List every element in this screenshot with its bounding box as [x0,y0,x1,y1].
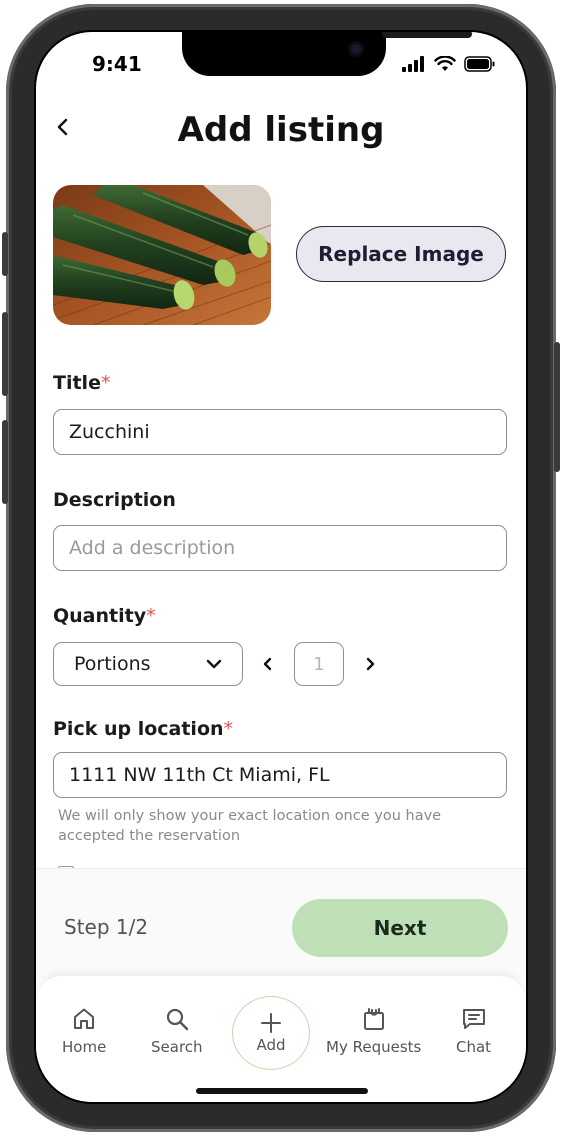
plus-icon [261,1013,281,1033]
notch [182,32,472,76]
search-icon [166,1008,188,1031]
signal-icon [402,56,424,72]
listing-photo [53,185,271,325]
home-icon [74,1008,95,1029]
tab-chat[interactable]: Chat [456,1006,491,1056]
tab-search-label: Search [151,1038,203,1056]
side-button [2,312,8,396]
next-button[interactable]: Next [292,899,508,957]
location-label: Pick up location* [53,718,233,740]
chevron-left-icon [263,657,272,671]
required-marker: * [100,372,111,394]
chat-icon [462,1009,485,1029]
description-label: Description [53,489,176,511]
title-input[interactable]: Zucchini [53,409,507,455]
tab-add[interactable]: Add [232,996,310,1070]
location-helper-text: We will only show your exact location on… [58,808,442,844]
quantity-value[interactable]: 1 [294,642,344,686]
front-camera [351,44,361,54]
title-label: Title* [53,372,110,394]
tab-chat-label: Chat [456,1038,492,1056]
page-title: Add listing [177,110,385,150]
zucchini-image [53,185,271,325]
form-footer: Step 1/2 Next [36,868,526,979]
quantity-decrement-button[interactable] [258,654,278,674]
quantity-unit-value: Portions [74,653,151,675]
step-indicator: Step 1/2 [64,915,149,939]
tab-home[interactable]: Home [62,1006,106,1056]
quantity-increment-button[interactable] [360,654,380,674]
tab-my-requests-label: My Requests [326,1038,422,1056]
side-button [2,420,8,504]
quantity-label-text: Quantity [53,605,147,627]
description-input[interactable]: Add a description [53,525,507,571]
chevron-right-icon [366,657,375,671]
screen: 9:41 Add listing Replace Image Title* Zu… [36,32,526,1102]
tab-home-label: Home [62,1038,107,1056]
speaker [382,32,472,38]
battery-icon [464,56,495,72]
tab-bar: Home Search Add My Requests Chat [36,976,526,1102]
wifi-icon [434,56,456,71]
title-label-text: Title [53,372,101,394]
location-label-text: Pick up location [53,718,224,740]
side-button [554,342,560,472]
tab-search[interactable]: Search [151,1006,203,1056]
location-input[interactable]: 1111 NW 11th Ct Miami, FL [53,752,507,798]
tab-add-label: Add [256,1036,286,1054]
quantity-label: Quantity* [53,605,156,627]
required-marker: * [223,718,234,740]
tab-my-requests[interactable]: My Requests [326,1006,421,1056]
replace-image-button[interactable]: Replace Image [296,226,506,282]
quantity-unit-select[interactable]: Portions [53,642,243,686]
required-marker: * [146,605,156,627]
chevron-down-icon [206,659,222,669]
bag-icon [363,1008,384,1030]
status-icons [402,56,496,72]
home-indicator [196,1088,368,1094]
side-button [2,232,8,276]
status-time: 9:41 [92,52,142,76]
